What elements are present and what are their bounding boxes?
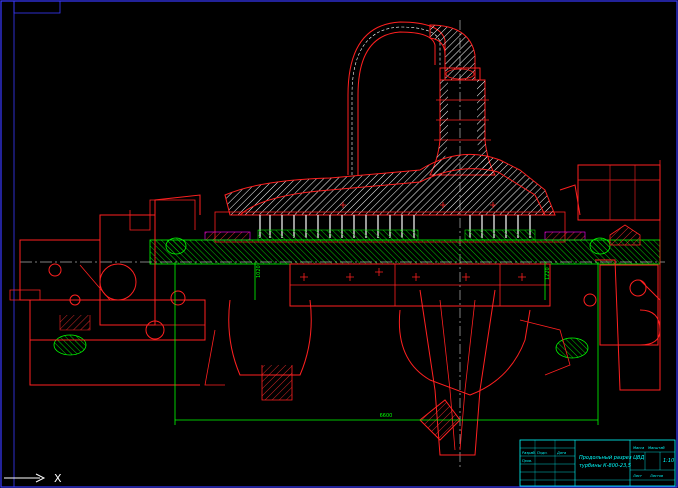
- drawing-title-line1: Продольный разрез ЦВД: [579, 455, 644, 461]
- ucs-icon: [4, 473, 46, 483]
- ucs-x-label: X: [54, 472, 62, 485]
- drawing-scale-value: 1:10: [663, 458, 674, 464]
- drawing-title-line2: турбины К-800-23,5: [579, 463, 631, 469]
- title-signature-label: Подп.: [537, 451, 548, 455]
- dimension-right-label: 1220: [545, 267, 551, 280]
- title-developed-label: Разраб.: [522, 451, 536, 455]
- dimension-lines: [174, 262, 599, 425]
- title-sheets-label: Листов: [649, 474, 663, 478]
- title-scale-label: Масштаб: [648, 446, 665, 450]
- title-mass-label: Масса: [633, 446, 644, 450]
- front-bearing-pedestal: [9, 199, 206, 386]
- dimension-main-label: 6600: [380, 413, 393, 419]
- dimension-left-label: 1020: [256, 265, 262, 278]
- rear-bearing-pedestal: [583, 160, 661, 385]
- outer-casing-lower: [204, 259, 661, 456]
- cad-drawing-canvas[interactable]: 6600 1020 1220 X Разраб. Пров. Подп. Дат…: [0, 0, 678, 488]
- title-checked-label: Пров.: [522, 459, 532, 463]
- title-date-label: Дата: [556, 451, 566, 455]
- title-sheet-label: Лист: [632, 474, 643, 478]
- blade-stages: [204, 211, 586, 243]
- outer-casing-upper: [154, 153, 661, 221]
